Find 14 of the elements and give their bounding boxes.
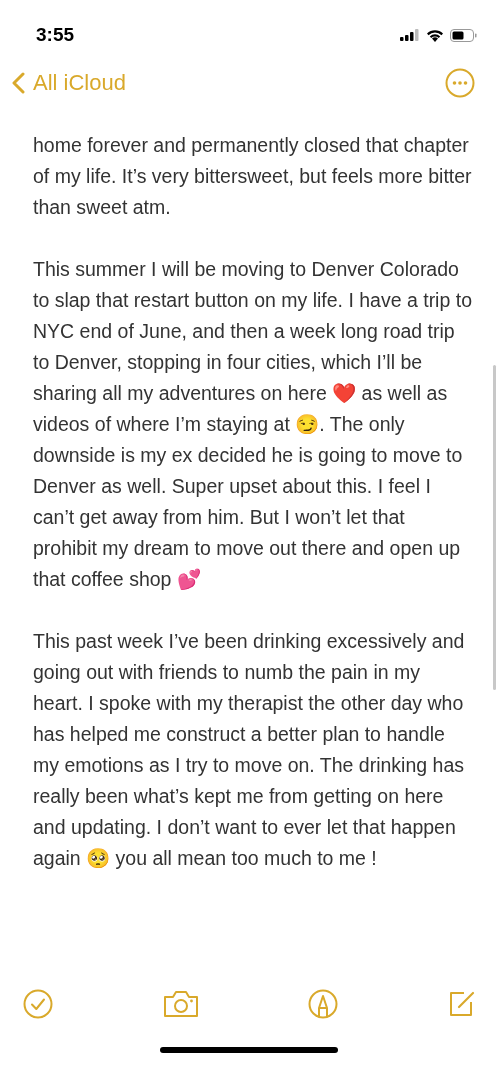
compose-icon[interactable] bbox=[447, 990, 476, 1018]
battery-icon bbox=[450, 28, 477, 42]
status-time: 3:55 bbox=[36, 24, 75, 46]
more-icon[interactable] bbox=[445, 68, 475, 98]
signal-icon bbox=[400, 29, 420, 41]
note-paragraph: This past week I’ve been drinking excessively and going out with friends to numb the pain in my heart. I spoke with my therapist the other day who has helped me construct a better plan to handle my emotions as I try to move on. The drinking has really been what’s kept me from getting on here and updating. I don’t want to ever let that happen again 🥺 you all mean too much to me ! bbox=[33, 629, 466, 871]
wifi-icon bbox=[426, 28, 444, 42]
checklist-icon[interactable] bbox=[23, 989, 53, 1019]
chevron-left-icon bbox=[12, 72, 25, 94]
camera-icon[interactable] bbox=[162, 990, 199, 1018]
markup-pen-icon[interactable] bbox=[308, 989, 339, 1019]
back-button[interactable]: All iCloud bbox=[12, 70, 126, 96]
note-paragraph: home forever and permanently closed that chapter of my life. It’s very bittersweet, but feels more bitter than sweet atm. bbox=[33, 133, 473, 220]
note-paragraph: This summer I will be moving to Denver Colorado to slap that restart button on my life. I have a trip to NYC end of June, and then a week long road trip to Denver, stopping in four cities, which I’ll be sharing all my adventures on here ❤ as well as videos of where I’m staying at 😏. The only downside is my ex decided he is going to move to Denver as well. Super upset about this. I feel I can’t get away from him. But I won’t let that prohibit my dream to move out there and open up that coffee shop 💕 bbox=[33, 257, 473, 592]
